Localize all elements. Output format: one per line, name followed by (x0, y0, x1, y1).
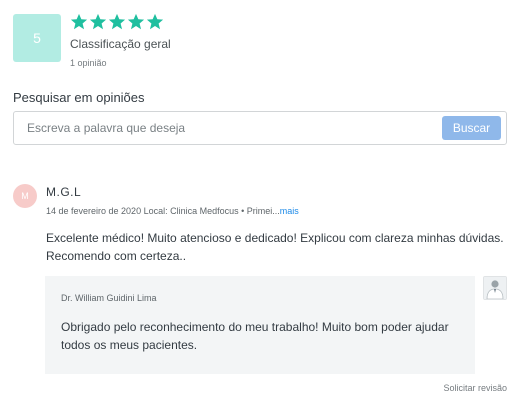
overall-score-value: 5 (33, 30, 41, 46)
review-text: Excelente médico! Muito atencioso e dedi… (46, 231, 504, 263)
search-input[interactable] (15, 113, 435, 143)
search-button[interactable]: Buscar (442, 116, 501, 140)
star-icon (70, 13, 88, 30)
doctor-photo-icon (484, 277, 506, 299)
search-label: Pesquisar em opiniões (13, 90, 145, 105)
more-link[interactable]: mais (280, 206, 299, 216)
overall-score-box: 5 (13, 14, 61, 62)
reviewer-name: M.G.L (46, 185, 82, 199)
review-count: 1 opinião (70, 58, 107, 68)
request-review-link[interactable]: Solicitar revisão (443, 383, 507, 393)
review-meta: 14 de fevereiro de 2020 Local: Clinica M… (46, 206, 299, 216)
reviewer-initial: M (21, 191, 29, 201)
star-icon (89, 13, 107, 30)
rating-stars (70, 13, 164, 31)
star-icon (146, 13, 164, 30)
doctor-reply: Dr. William Guidini Lima Obrigado pelo r… (45, 276, 475, 374)
reply-text: Obrigado pelo reconhecimento do meu trab… (61, 320, 449, 352)
doctor-avatar (483, 276, 507, 300)
reply-author: Dr. William Guidini Lima (61, 293, 157, 303)
star-icon (108, 13, 126, 30)
overall-rating-label: Classificação geral (70, 37, 171, 51)
review-meta-text: 14 de fevereiro de 2020 Local: Clinica M… (46, 206, 280, 216)
reviewer-avatar: M (13, 184, 37, 208)
search-bar: Buscar (13, 111, 507, 145)
star-icon (127, 13, 145, 30)
